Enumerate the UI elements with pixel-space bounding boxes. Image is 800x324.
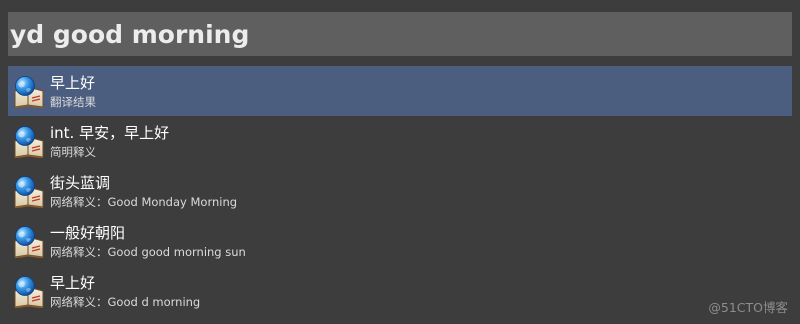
dictionary-globe-icon (14, 275, 44, 308)
result-item[interactable]: 街头蓝调 网络释义：Good Monday Morning (8, 166, 792, 216)
result-subtitle: 网络释义：Good Monday Morning (50, 195, 238, 209)
result-title: 早上好 (50, 74, 96, 92)
dictionary-globe-icon (14, 175, 44, 208)
result-subtitle: 翻译结果 (50, 95, 96, 109)
result-title: 一般好朝阳 (50, 224, 126, 242)
dictionary-globe-icon (14, 225, 44, 258)
results-list: 早上好 翻译结果 int. 早安，早上好 简明释义 街头蓝调 网络释义：Good… (8, 66, 792, 316)
search-input[interactable] (10, 12, 792, 56)
result-title: 早上好 (50, 274, 96, 292)
result-subtitle: 网络释义：Good good morning sun (50, 245, 246, 259)
result-item[interactable]: 早上好 翻译结果 (8, 66, 792, 116)
search-bar[interactable] (8, 12, 792, 56)
result-title: 街头蓝调 (50, 174, 111, 192)
result-item[interactable]: 早上好 网络释义：Good d morning (8, 266, 792, 316)
result-subtitle: 网络释义：Good d morning (50, 295, 201, 309)
watermark: @51CTO博客 (708, 300, 788, 315)
dictionary-globe-icon (14, 125, 44, 158)
result-item[interactable]: int. 早安，早上好 简明释义 (8, 116, 792, 166)
result-item[interactable]: 一般好朝阳 网络释义：Good good morning sun (8, 216, 792, 266)
dictionary-globe-icon (14, 75, 44, 108)
result-subtitle: 简明释义 (50, 145, 96, 159)
result-title: int. 早安，早上好 (50, 124, 170, 142)
